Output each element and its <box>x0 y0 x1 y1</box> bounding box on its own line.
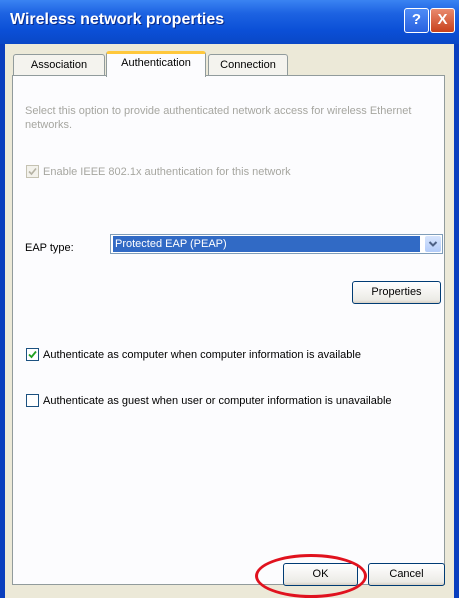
tab-association[interactable]: Association <box>13 54 105 76</box>
checkmark-icon <box>28 350 37 359</box>
tab-authentication[interactable]: Authentication <box>106 51 206 77</box>
title-bar[interactable]: Wireless network properties ? X <box>0 0 459 44</box>
window-title: Wireless network properties <box>10 11 225 28</box>
auth-as-computer-checkbox[interactable] <box>26 348 39 361</box>
eap-type-label: EAP type: <box>25 242 74 254</box>
authentication-panel: Select this option to provide authentica… <box>12 75 445 585</box>
eap-type-value: Protected EAP (PEAP) <box>113 236 420 252</box>
enable-8021x-label: Enable IEEE 802.1x authentication for th… <box>43 166 291 178</box>
cancel-button[interactable]: Cancel <box>368 563 445 586</box>
close-button[interactable]: X <box>430 8 455 33</box>
eap-type-select[interactable]: Protected EAP (PEAP) <box>110 234 443 254</box>
properties-button[interactable]: Properties <box>352 281 441 304</box>
tab-connection[interactable]: Connection <box>208 54 288 76</box>
auth-as-guest-checkbox[interactable] <box>26 394 39 407</box>
auth-as-computer-label: Authenticate as computer when computer i… <box>43 349 361 361</box>
chevron-down-icon[interactable] <box>425 236 441 252</box>
intro-text: Select this option to provide authentica… <box>25 105 412 131</box>
help-button[interactable]: ? <box>404 8 429 33</box>
auth-as-guest-label: Authenticate as guest when user or compu… <box>43 395 392 407</box>
dialog-body: Association Authentication Connection Se… <box>5 44 454 598</box>
enable-8021x-checkbox[interactable] <box>26 165 39 178</box>
ok-button[interactable]: OK <box>283 563 358 586</box>
checkmark-icon <box>28 167 37 176</box>
dialog-window: Wireless network properties ? X Associat… <box>0 0 459 598</box>
